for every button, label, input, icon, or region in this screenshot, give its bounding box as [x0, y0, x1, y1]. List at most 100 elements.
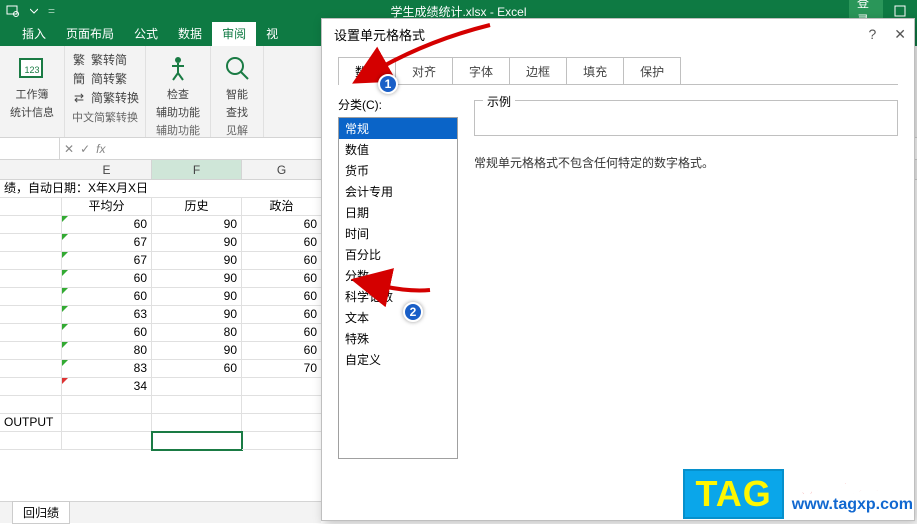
- cell[interactable]: 80: [152, 324, 242, 342]
- lookup-icon: [221, 52, 253, 84]
- accessibility-icon: [162, 52, 194, 84]
- annotation-badge-1: 1: [378, 74, 398, 94]
- cell[interactable]: 60: [242, 270, 322, 288]
- cell[interactable]: 60: [242, 342, 322, 360]
- header-politics[interactable]: 政治: [242, 198, 322, 216]
- dialog-tabs: 数字 对齐 字体 边框 填充 保护: [338, 57, 898, 85]
- cell[interactable]: [152, 378, 242, 396]
- dropdown-icon[interactable]: [26, 3, 42, 19]
- cell[interactable]: 90: [152, 306, 242, 324]
- category-item[interactable]: 数值: [339, 139, 457, 160]
- window-title: 学生成绩统计.xlsx - Excel: [390, 3, 526, 20]
- watermark-cn: 电脑技术网: [792, 474, 902, 497]
- category-item[interactable]: 常规: [339, 118, 457, 139]
- category-item[interactable]: 特殊: [339, 328, 457, 349]
- cell[interactable]: 63: [62, 306, 152, 324]
- cell[interactable]: 34: [62, 378, 152, 396]
- print-preview-icon[interactable]: [4, 3, 20, 19]
- cell[interactable]: 60: [62, 324, 152, 342]
- header-history[interactable]: 历史: [152, 198, 242, 216]
- stats-icon: 123: [16, 52, 48, 84]
- tab-review[interactable]: 审阅: [212, 21, 256, 46]
- category-item[interactable]: 科学记数: [339, 286, 457, 307]
- help-icon[interactable]: ?: [868, 26, 876, 43]
- cell[interactable]: 90: [152, 252, 242, 270]
- cell[interactable]: 90: [152, 342, 242, 360]
- cell[interactable]: 60: [242, 324, 322, 342]
- svg-text:123: 123: [24, 65, 39, 75]
- fx-icon[interactable]: fx: [96, 142, 105, 156]
- simp-to-trad-button[interactable]: 簡 简转繁: [71, 69, 127, 88]
- category-item[interactable]: 货币: [339, 160, 457, 181]
- tab-border[interactable]: 边框: [509, 57, 567, 85]
- group-label: 辅助功能: [156, 122, 200, 138]
- cell[interactable]: 60: [242, 306, 322, 324]
- label: 工作簿: [16, 86, 49, 102]
- cell[interactable]: 60: [242, 288, 322, 306]
- col-header-e[interactable]: E: [62, 160, 152, 179]
- trad-to-simp-button[interactable]: 繁 繁转简: [71, 50, 127, 69]
- cell[interactable]: 60: [242, 252, 322, 270]
- name-box[interactable]: [0, 138, 60, 159]
- cell[interactable]: 80: [62, 342, 152, 360]
- cell[interactable]: 60: [152, 360, 242, 378]
- output-cell[interactable]: OUTPUT: [0, 414, 62, 432]
- cell[interactable]: 60: [242, 234, 322, 252]
- convert-icon: ⇄: [71, 90, 87, 106]
- cell[interactable]: 60: [242, 216, 322, 234]
- smart-lookup-button[interactable]: 智能 查找: [217, 50, 257, 122]
- check-accessibility-button[interactable]: 检查 辅助功能: [152, 50, 204, 122]
- conversion-button[interactable]: ⇄ 简繁转换: [71, 88, 139, 107]
- close-icon[interactable]: ✕: [894, 26, 906, 43]
- tab-protection[interactable]: 保护: [623, 57, 681, 85]
- example-label: 示例: [483, 93, 515, 110]
- category-item[interactable]: 时间: [339, 223, 457, 244]
- sheet-tab[interactable]: 回归绩: [12, 501, 70, 524]
- tab-font[interactable]: 字体: [452, 57, 510, 85]
- sheet-tab-bar: 回归绩: [0, 501, 321, 523]
- tab-alignment[interactable]: 对齐: [395, 57, 453, 85]
- cell[interactable]: 90: [152, 234, 242, 252]
- cell[interactable]: [242, 378, 322, 396]
- category-list[interactable]: 常规数值货币会计专用日期时间百分比分数科学记数文本特殊自定义: [338, 117, 458, 459]
- cell[interactable]: 90: [152, 270, 242, 288]
- active-cell[interactable]: [152, 432, 242, 450]
- format-cells-dialog: 设置单元格格式 ? ✕ 数字 对齐 字体 边框 填充 保护 分类(C): 常规数…: [321, 18, 915, 521]
- tab-data[interactable]: 数据: [168, 21, 212, 46]
- cell[interactable]: 90: [152, 288, 242, 306]
- watermark: TAG 电脑技术网 www.tagxp.com: [683, 469, 913, 519]
- app-name: Excel: [497, 5, 526, 19]
- cell[interactable]: 60: [62, 216, 152, 234]
- example-box: 示例: [474, 100, 898, 136]
- watermark-tag: TAG: [683, 469, 783, 519]
- cell[interactable]: 60: [62, 288, 152, 306]
- col-header-g[interactable]: G: [242, 160, 322, 179]
- category-label: 分类(C):: [338, 96, 458, 113]
- enter-icon[interactable]: ✓: [80, 142, 90, 156]
- dialog-titlebar[interactable]: 设置单元格格式 ? ✕: [322, 19, 914, 49]
- header-avg[interactable]: 平均分: [62, 198, 152, 216]
- merged-title-cell[interactable]: 绩，自动日期：X年X月X日: [0, 180, 322, 198]
- category-item[interactable]: 会计专用: [339, 181, 457, 202]
- category-item[interactable]: 自定义: [339, 349, 457, 370]
- cell[interactable]: 90: [152, 216, 242, 234]
- tab-formulas[interactable]: 公式: [124, 21, 168, 46]
- tab-insert[interactable]: 插入: [12, 21, 56, 46]
- format-description: 常规单元格格式不包含任何特定的数字格式。: [474, 154, 898, 171]
- col-header-f[interactable]: F: [152, 160, 242, 179]
- category-item[interactable]: 文本: [339, 307, 457, 328]
- cell[interactable]: 67: [62, 234, 152, 252]
- category-item[interactable]: 日期: [339, 202, 457, 223]
- workbook-stats-button[interactable]: 123 工作簿 统计信息: [6, 50, 58, 122]
- tab-page-layout[interactable]: 页面布局: [56, 21, 124, 46]
- cell[interactable]: 67: [62, 252, 152, 270]
- cell[interactable]: 70: [242, 360, 322, 378]
- category-item[interactable]: 百分比: [339, 244, 457, 265]
- cancel-icon[interactable]: ✕: [64, 142, 74, 156]
- convert-icon: 繁: [71, 52, 87, 68]
- tab-view[interactable]: 视: [256, 21, 288, 46]
- tab-fill[interactable]: 填充: [566, 57, 624, 85]
- category-item[interactable]: 分数: [339, 265, 457, 286]
- cell[interactable]: 83: [62, 360, 152, 378]
- cell[interactable]: 60: [62, 270, 152, 288]
